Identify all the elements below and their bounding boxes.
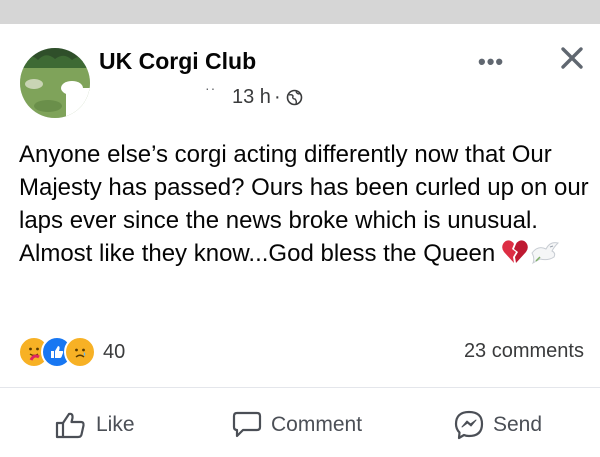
like-label: Like	[96, 413, 135, 436]
more-options-icon[interactable]: •••	[478, 49, 504, 75]
reaction-count: 40	[103, 340, 126, 363]
post-text: Anyone else’s corgi acting differently n…	[19, 138, 589, 274]
post-meta: 13 h ·	[232, 86, 303, 109]
broken-heart-icon	[501, 239, 529, 274]
messenger-icon	[454, 410, 484, 440]
comment-label: Comment	[271, 413, 363, 436]
avatar-photo	[20, 48, 90, 118]
header-mark: ··	[205, 80, 217, 96]
timestamp[interactable]: 13 h	[232, 86, 271, 109]
thumbs-up-icon	[55, 412, 85, 439]
meta-separator: ·	[273, 86, 281, 108]
sad-reaction-icon	[64, 336, 96, 368]
comment-button[interactable]: Comment	[231, 407, 362, 443]
top-strip	[0, 0, 600, 24]
reaction-summary[interactable]: 40	[18, 336, 125, 368]
group-avatar[interactable]	[20, 48, 90, 118]
dove-icon	[530, 239, 560, 274]
send-button[interactable]: Send	[453, 407, 542, 443]
group-name[interactable]: UK Corgi Club	[99, 48, 256, 75]
comments-count-link[interactable]: 23 comments	[464, 340, 584, 363]
comment-bubble-icon	[232, 411, 262, 438]
close-icon[interactable]	[556, 40, 588, 76]
like-button[interactable]: Like	[54, 407, 135, 443]
send-label: Send	[493, 413, 543, 436]
privacy-globe-icon	[286, 89, 303, 106]
divider	[0, 387, 600, 388]
